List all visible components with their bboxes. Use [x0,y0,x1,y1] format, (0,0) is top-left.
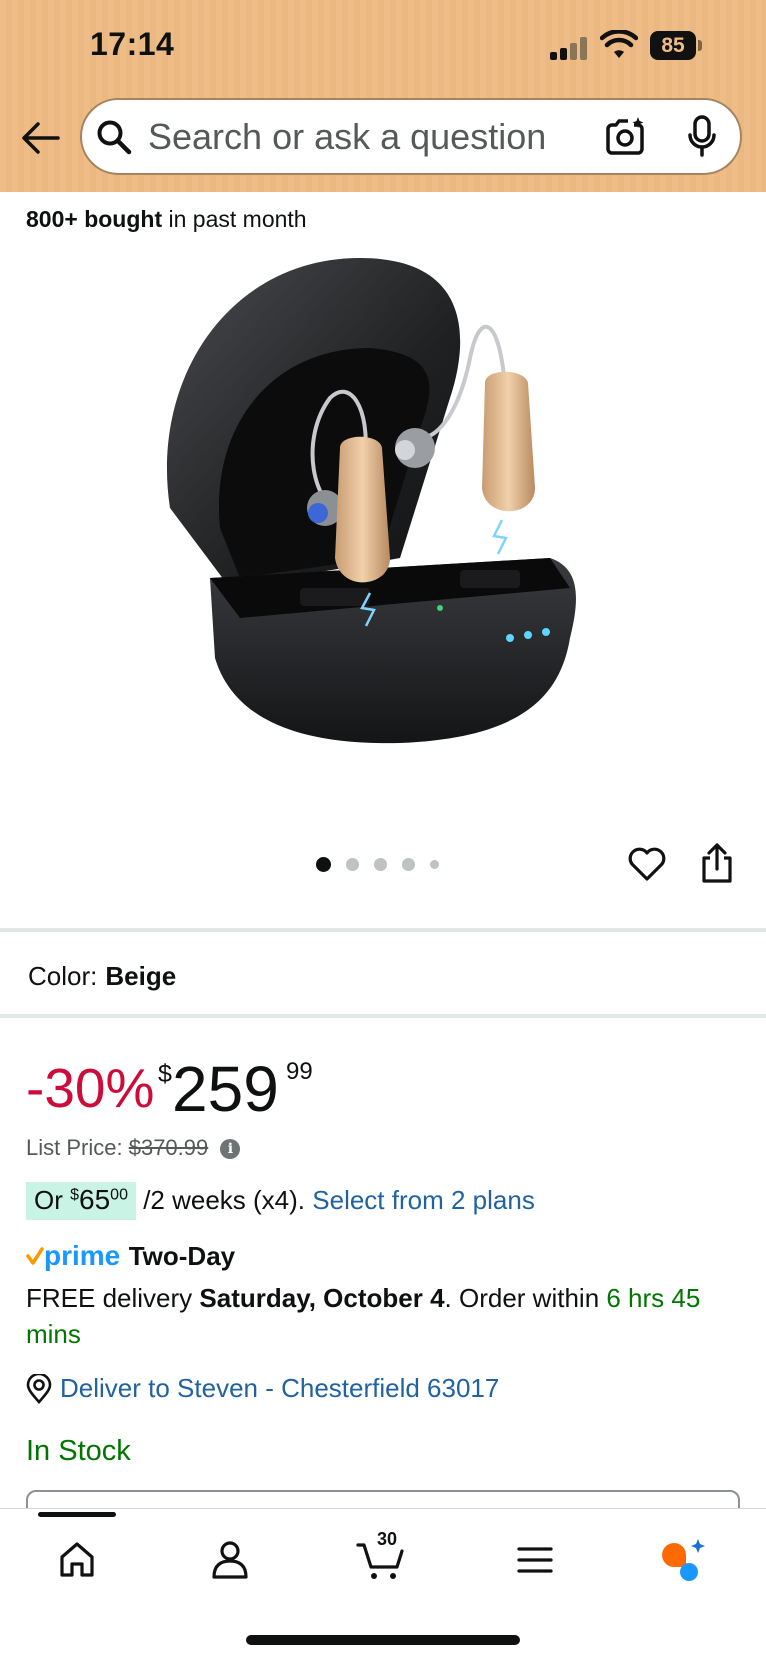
section-divider [0,1014,766,1018]
deliver-to-text[interactable]: Deliver to Steven - Chesterfield 63017 [60,1373,499,1403]
heart-icon[interactable] [627,846,667,882]
select-plans-link[interactable]: Select from 2 plans [312,1185,535,1215]
status-time: 17:14 [90,26,175,62]
cart-count: 30 [377,1529,398,1549]
prime-badge: prime Two-Day [26,1240,235,1276]
installment-plan: Or $6500 /2 weeks (x4). Select from 2 pl… [26,1182,535,1226]
menu-icon[interactable] [508,1535,562,1585]
search-bar[interactable]: Search or ask a question [80,98,742,175]
carousel-dot[interactable] [430,860,439,869]
back-arrow-icon[interactable] [18,118,62,158]
order-within-text: . Order within [444,1283,607,1313]
wifi-icon [600,30,638,58]
price-whole: 259 [172,1053,279,1125]
info-icon[interactable]: i [220,1139,241,1160]
delivery-info: FREE delivery Saturday, October 4. Order… [26,1280,746,1352]
deliver-to-location[interactable]: Deliver to Steven - Chesterfield 63017 [26,1373,499,1407]
microphone-icon[interactable] [686,114,718,158]
list-price: List Price: $370.99 i [26,1135,241,1161]
active-tab-indicator [38,1512,116,1517]
app-header: 17:14 85 Search or ask a question [0,0,766,192]
search-placeholder: Search or ask a question [148,116,547,157]
battery-level: 85 [650,31,696,60]
account-icon[interactable] [203,1535,257,1585]
cellular-signal-icon [550,36,590,60]
free-delivery-text: FREE delivery [26,1283,200,1313]
color-selector[interactable]: Color: Beige [28,961,176,992]
list-price-value: $370.99 [128,1135,209,1160]
installment-currency: $ [70,1186,80,1204]
cart-button[interactable]: 30 [355,1529,409,1585]
price-fraction: 99 [286,1058,313,1085]
discount-percent: -30% [26,1057,155,1119]
installment-fraction: 00 [110,1186,128,1204]
carousel-dot[interactable] [402,858,415,871]
product-image[interactable] [150,258,620,798]
bought-count-rest: in past month [162,206,307,232]
installment-prefix: Or [34,1185,71,1215]
color-label: Color: [28,961,98,991]
carousel-dot-active[interactable] [316,857,331,872]
delivery-date: Saturday, October 4 [199,1283,445,1313]
carousel-dot[interactable] [346,858,359,871]
list-price-label: List Price: [26,1135,123,1160]
availability-status: In Stock [26,1435,131,1467]
search-icon [97,120,132,155]
location-pin-icon [26,1373,52,1404]
home-icon[interactable] [50,1535,104,1585]
installment-terms: /2 weeks (x4). [135,1185,306,1215]
carousel-dot[interactable] [374,858,387,871]
installment-amount: 65 [79,1184,111,1215]
color-value: Beige [105,961,177,991]
section-divider [0,928,766,932]
price-currency: $ [158,1060,172,1088]
shipping-speed: Two-Day [128,1240,236,1271]
rufus-icon[interactable] [656,1535,710,1585]
bought-count: 800+ bought in past month [26,206,307,233]
installment-badge: Or $6500 [26,1182,136,1220]
camera-search-icon[interactable] [604,116,646,158]
bottom-navigation: 30 [0,1508,766,1656]
bought-count-bold: 800+ bought [26,206,163,232]
home-indicator [246,1635,520,1645]
battery-icon: 85 [650,31,702,60]
prime-check-icon [26,1247,44,1265]
prime-logo: prime [44,1240,121,1271]
share-icon[interactable] [700,842,734,884]
